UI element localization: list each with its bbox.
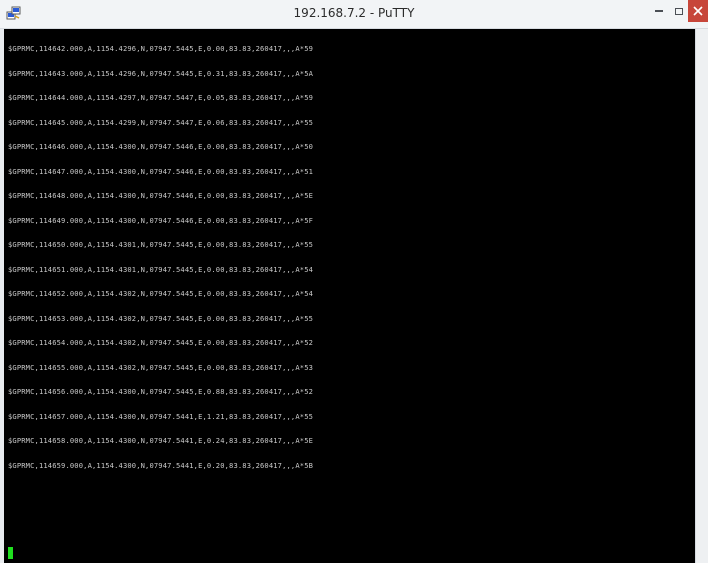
terminal-line: $GPRMC,114646.000,A,1154.4300,N,07947.54… [8, 142, 314, 151]
terminal-line: $GPRMC,114659.000,A,1154.4300,N,07947.54… [8, 460, 314, 470]
minimize-icon [655, 10, 663, 12]
window-title: 192.168.7.2 - PuTTY [293, 6, 415, 20]
terminal-line: $GPRMC,114642.000,A,1154.4296,N,07947.54… [8, 44, 314, 53]
terminal-line: $GPRMC,114644.000,A,1154.4297,N,07947.54… [8, 93, 314, 102]
title-bar[interactable]: 192.168.7.2 - PuTTY [0, 0, 708, 29]
terminal-line: $GPRMC,114650.000,A,1154.4301,N,07947.54… [8, 240, 314, 249]
terminal-line: $GPRMC,114645.000,A,1154.4299,N,07947.54… [8, 117, 314, 127]
terminal-line: $GPRMC,114651.000,A,1154.4301,N,07947.54… [8, 264, 314, 274]
minimize-button[interactable] [648, 0, 670, 22]
vertical-scrollbar[interactable] [695, 29, 708, 563]
terminal-line: $GPRMC,114655.000,A,1154.4302,N,07947.54… [8, 362, 314, 372]
terminal-line: $GPRMC,114653.000,A,1154.4302,N,07947.54… [8, 313, 314, 323]
terminal-line: $GPRMC,114649.000,A,1154.4300,N,07947.54… [8, 215, 314, 225]
terminal-line: $GPRMC,114652.000,A,1154.4302,N,07947.54… [8, 289, 314, 298]
maximize-icon [675, 7, 683, 15]
terminal-cursor [8, 547, 13, 559]
terminal-line: $GPRMC,114654.000,A,1154.4302,N,07947.54… [8, 338, 314, 347]
terminal-line: $GPRMC,114648.000,A,1154.4300,N,07947.54… [8, 191, 314, 200]
close-icon [693, 6, 703, 16]
terminal-lines: $GPRMC,114642.000,A,1154.4296,N,07947.54… [8, 44, 688, 485]
maximize-button[interactable] [672, 0, 686, 22]
terminal-line: $GPRMC,114656.000,A,1154.4300,N,07947.54… [8, 387, 314, 396]
terminal-line: $GPRMC,114658.000,A,1154.4300,N,07947.54… [8, 436, 314, 445]
close-button[interactable] [688, 0, 708, 22]
terminal-output[interactable]: $GPRMC,114642.000,A,1154.4296,N,07947.54… [4, 29, 695, 563]
terminal-line: $GPRMC,114643.000,A,1154.4296,N,07947.54… [8, 68, 314, 78]
terminal-line: $GPRMC,114657.000,A,1154.4300,N,07947.54… [8, 411, 314, 421]
putty-window: 192.168.7.2 - PuTTY $GPRMC,114642.000,A,… [0, 0, 708, 563]
terminal-line: $GPRMC,114647.000,A,1154.4300,N,07947.54… [8, 166, 314, 176]
